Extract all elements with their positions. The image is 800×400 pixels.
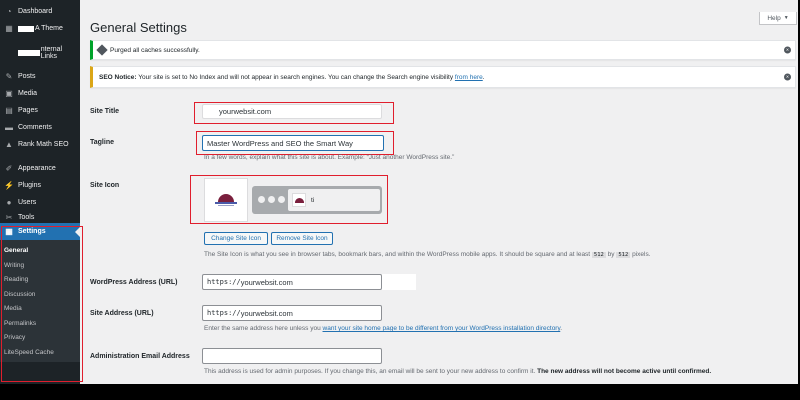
sidebar-item-appearance[interactable]: ✐ Appearance — [0, 160, 80, 177]
notice-bold-label: SEO Notice: — [99, 73, 137, 81]
sidebar-item-label: Posts — [18, 73, 36, 80]
highlight-box-tagline — [196, 131, 394, 155]
highlight-box-site-icon — [190, 175, 388, 224]
site-address-description: Enter the same address here unless you w… — [204, 325, 563, 332]
tagline-description: In a few words, explain what this site i… — [204, 154, 455, 161]
plugin-icon: ⚡ — [4, 181, 14, 190]
notice-body: Your site is set to No Index and will no… — [136, 73, 455, 81]
sidebar-item-label: Plugins — [18, 182, 41, 189]
sidebar-item-rank-math[interactable]: ▲ Rank Math SEO — [0, 136, 80, 153]
theme-icon: ▦ — [5, 24, 13, 33]
main-content: Help ▼ General Settings Purged all cache… — [80, 0, 798, 384]
home-page-different-link[interactable]: want your site home page to be different… — [323, 325, 561, 332]
change-site-icon-button[interactable]: Change Site Icon — [204, 232, 268, 245]
sidebar-item-label: A Theme — [35, 25, 63, 32]
site-address-value: yourwebsit.com — [240, 308, 293, 318]
redacted-text — [18, 25, 34, 32]
notice-seo: SEO Notice: Your site is set to No Index… — [90, 66, 796, 88]
url-prefix: https:// — [207, 278, 241, 286]
sidebar-item-internal-links[interactable]: nternal Links — [0, 44, 80, 61]
close-icon[interactable]: × — [784, 73, 791, 81]
redacted-text — [17, 49, 40, 56]
site-address-input[interactable]: https://yourwebsit.com — [202, 305, 382, 321]
help-tab[interactable]: Help ▼ — [759, 12, 797, 25]
sidebar-item-label: Appearance — [18, 165, 56, 172]
sidebar-item-tools[interactable]: ✂ Tools — [0, 211, 80, 223]
site-address-label: Site Address (URL) — [90, 310, 154, 317]
sidebar-item-label: Dashboard — [18, 8, 53, 15]
admin-sidebar: ◔ Dashboard ▦ A Theme nternal Links ✎ Po… — [0, 0, 83, 384]
wordpress-address-value: yourwebsit.com — [240, 277, 293, 287]
sidebar-item-label: Rank Math SEO — [18, 141, 69, 148]
rank-math-icon: ▲ — [5, 140, 13, 149]
sidebar-item-theme[interactable]: ▦ A Theme — [0, 20, 80, 37]
close-icon[interactable]: × — [784, 46, 791, 54]
sidebar-item-label: Users — [18, 199, 37, 206]
highlight-box-settings — [1, 226, 83, 382]
sidebar-item-plugins[interactable]: ⚡ Plugins — [0, 177, 80, 194]
sidebar-item-label: Tools — [18, 213, 35, 221]
notice-purge-success: Purged all caches successfully. × — [90, 40, 796, 60]
site-icon-label: Site Icon — [90, 182, 120, 189]
admin-email-warning: The new address will not become active u… — [537, 368, 712, 375]
page-title: General Settings — [90, 20, 187, 35]
sidebar-item-comments[interactable]: ▬ Comments — [0, 119, 80, 136]
pin-icon: ✎ — [5, 72, 13, 81]
admin-email-label: Administration Email Address — [90, 353, 190, 360]
brush-icon: ✐ — [5, 164, 13, 173]
site-title-label: Site Title — [90, 108, 120, 115]
litespeed-icon — [96, 44, 108, 56]
link-icon — [4, 48, 14, 58]
sidebar-item-pages[interactable]: ▤ Pages — [0, 102, 80, 119]
sidebar-item-label: Comments — [18, 124, 52, 131]
notice-text: SEO Notice: Your site is set to No Index… — [99, 74, 485, 81]
search-visibility-link[interactable]: from here — [455, 74, 483, 81]
admin-email-input[interactable] — [202, 348, 382, 364]
remove-site-icon-button[interactable]: Remove Site Icon — [271, 232, 333, 245]
dashboard-icon: ◔ — [6, 7, 12, 16]
user-icon: ● — [6, 198, 12, 207]
wp-admin-screen: ◔ Dashboard ▦ A Theme nternal Links ✎ Po… — [0, 0, 798, 384]
redacted-area — [382, 274, 416, 290]
sidebar-item-label: Pages — [18, 107, 38, 114]
sidebar-item-label: Media — [18, 90, 38, 97]
comment-icon: ▬ — [5, 123, 13, 132]
sidebar-item-posts[interactable]: ✎ Posts — [0, 68, 80, 85]
media-icon: ▣ — [5, 89, 13, 98]
pages-icon: ▤ — [5, 106, 13, 115]
sidebar-item-media[interactable]: ▣ Media — [0, 85, 80, 102]
admin-email-description: This address is used for admin purposes.… — [204, 368, 712, 375]
sidebar-item-dashboard[interactable]: ◔ Dashboard — [0, 3, 80, 20]
sidebar-item-users[interactable]: ● Users — [0, 194, 80, 211]
screenshot-frame: ◔ Dashboard ▦ A Theme nternal Links ✎ Po… — [0, 0, 800, 400]
sidebar-item-label: nternal Links — [40, 45, 63, 60]
url-prefix: https:// — [207, 309, 241, 317]
highlight-box-site-title — [194, 102, 394, 124]
wordpress-address-input[interactable]: https://yourwebsit.com — [202, 274, 382, 290]
tagline-label: Tagline — [90, 139, 114, 146]
wrench-icon: ✂ — [5, 212, 13, 222]
wordpress-address-label: WordPress Address (URL) — [90, 279, 178, 286]
site-icon-description: The Site Icon is what you see in browser… — [204, 251, 651, 258]
help-label: Help — [767, 14, 781, 22]
chevron-down-icon: ▼ — [783, 15, 789, 21]
notice-text: Purged all caches successfully. — [110, 46, 200, 54]
notice-end: . — [482, 73, 485, 81]
